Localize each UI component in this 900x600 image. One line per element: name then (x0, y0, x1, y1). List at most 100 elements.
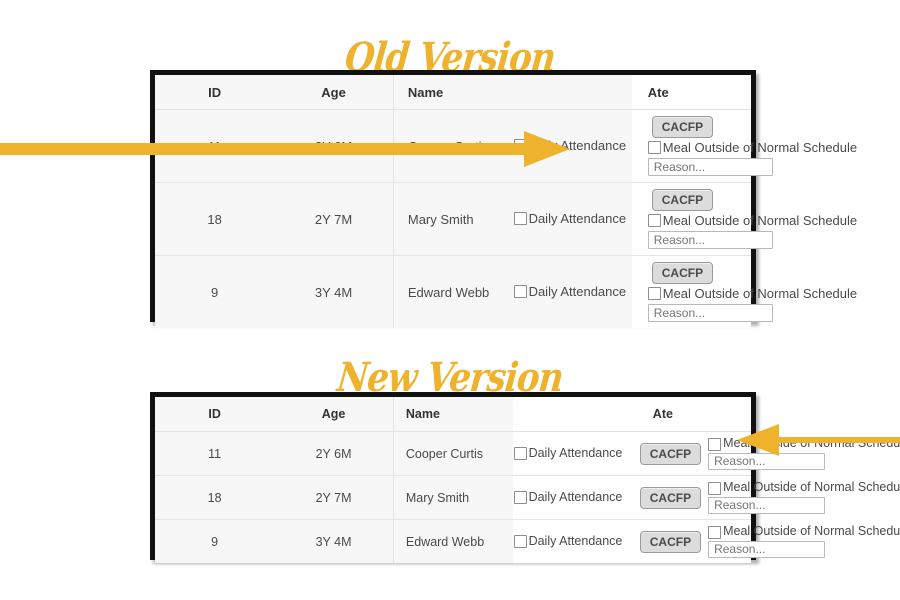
checkbox-icon[interactable] (513, 535, 527, 548)
cacfp-button[interactable]: CACFP (651, 115, 714, 138)
cacfp-button[interactable]: CACFP (651, 188, 714, 211)
column-header-ate: Ate (631, 397, 751, 432)
checkbox-icon[interactable] (513, 491, 527, 504)
ate-controls: CACFP Meal Outside of Normal Schedule (639, 436, 900, 470)
cell-attendance: Daily Attendance (512, 109, 632, 183)
table-body: 11 2Y 6M Cooper Curtis Daily Attendance … (155, 431, 900, 563)
daily-attendance-checkbox-row[interactable]: Daily Attendance (513, 138, 631, 153)
cell-ate: CACFP Meal Outside of Normal Schedule (631, 475, 900, 520)
cell-attendance: Daily Attendance (512, 519, 632, 563)
table-row: 18 2Y 7M Mary Smith Daily Attendance CAC… (155, 475, 900, 520)
column-header-ate: Ate (631, 75, 751, 110)
daily-attendance-checkbox-row[interactable]: Daily Attendance (513, 445, 631, 461)
cell-id: 18 (155, 182, 275, 256)
checkbox-icon[interactable] (513, 139, 527, 153)
cell-ate: CACFP Meal Outside of Normal Schedule (631, 182, 857, 256)
cacfp-button[interactable]: CACFP (651, 261, 714, 284)
checkbox-icon[interactable] (708, 525, 722, 539)
cell-id: 18 (155, 475, 275, 520)
column-header-name: Name (393, 75, 513, 110)
table-row: 9 3Y 4M Edward Webb Daily Attendance CAC… (155, 519, 900, 563)
ate-controls: CACFP Meal Outside of Normal Schedule (639, 524, 900, 558)
cell-age: 3Y 4M (274, 255, 394, 328)
meal-outside-checkbox-row[interactable]: Meal Outside of Normal Schedule (647, 139, 858, 155)
meal-outside-checkbox-row[interactable]: Meal Outside of Normal Schedule (708, 436, 900, 451)
reason-input[interactable] (647, 158, 773, 177)
cell-name: Edward Webb (393, 519, 513, 563)
column-header-age: Age (274, 397, 394, 432)
meal-outside-label: Meal Outside of Normal Schedule (662, 212, 858, 228)
daily-attendance-checkbox-row[interactable]: Daily Attendance (513, 533, 631, 549)
cell-age: 2Y 6M (274, 431, 394, 476)
new-version-table-frame: ID Age Name Ate 11 2Y 6M Cooper Curtis D… (150, 392, 900, 563)
table-head: ID Age Name Ate (155, 397, 751, 432)
cell-ate: CACFP Meal Outside of Normal Schedule (631, 431, 900, 476)
meal-outside-group: Meal Outside of Normal Schedule (708, 524, 900, 558)
table-row: 11 2Y 6M Cooper Curtis Daily Attendance … (155, 431, 900, 476)
table-row: 9 3Y 4M Edward Webb Daily Attendance CAC… (155, 255, 857, 328)
cacfp-button[interactable]: CACFP (639, 530, 702, 553)
table-header-row: ID Age Name Ate (155, 75, 751, 110)
table-head: ID Age Name Ate (155, 75, 751, 110)
daily-attendance-checkbox-row[interactable]: Daily Attendance (513, 489, 631, 505)
checkbox-icon[interactable] (513, 285, 527, 299)
cell-name: Mary Smith (393, 475, 513, 520)
checkbox-icon[interactable] (647, 214, 661, 228)
old-version-table: ID Age Name Ate 11 2Y 6M Cooper Curtis D… (155, 75, 857, 328)
daily-attendance-label: Daily Attendance (528, 533, 623, 548)
column-header-attendance (512, 397, 632, 432)
column-header-id: ID (155, 75, 275, 110)
cacfp-button[interactable]: CACFP (639, 486, 702, 509)
reason-input[interactable] (647, 231, 773, 250)
table-header-row: ID Age Name Ate (155, 397, 751, 432)
checkbox-icon[interactable] (513, 212, 527, 226)
ate-controls: CACFP Meal Outside of Normal Schedule (639, 480, 900, 514)
column-header-id: ID (155, 397, 275, 432)
column-header-attendance (512, 75, 632, 110)
meal-outside-checkbox-row[interactable]: Meal Outside of Normal Schedule (647, 212, 858, 228)
reason-input[interactable] (708, 452, 826, 470)
checkbox-icon[interactable] (708, 437, 722, 451)
meal-outside-checkbox-row[interactable]: Meal Outside of Normal Schedule (647, 285, 858, 301)
cacfp-button[interactable]: CACFP (639, 442, 702, 465)
cell-name: Mary Smith (393, 182, 513, 256)
cell-name: Cooper Curtis (393, 431, 513, 476)
checkbox-icon[interactable] (513, 447, 527, 460)
reason-input[interactable] (708, 540, 826, 558)
meal-outside-label: Meal Outside of Normal Schedule (662, 285, 858, 301)
daily-attendance-checkbox-row[interactable]: Daily Attendance (513, 211, 631, 226)
daily-attendance-label: Daily Attendance (528, 445, 623, 460)
cell-age: 2Y 6M (274, 109, 394, 183)
checkbox-icon[interactable] (708, 481, 722, 495)
meal-outside-group: Meal Outside of Normal Schedule (708, 480, 900, 514)
cell-name: Cooper Curtis (393, 109, 513, 183)
checkbox-icon[interactable] (647, 141, 661, 155)
meal-outside-checkbox-row[interactable]: Meal Outside of Normal Schedule (708, 480, 900, 495)
reason-input[interactable] (708, 496, 826, 514)
cell-name: Edward Webb (393, 255, 513, 328)
meal-outside-checkbox-row[interactable]: Meal Outside of Normal Schedule (708, 524, 900, 539)
cell-id: 11 (155, 431, 275, 476)
cell-attendance: Daily Attendance (512, 431, 632, 476)
meal-outside-group: Meal Outside of Normal Schedule (708, 436, 900, 470)
cell-age: 2Y 7M (274, 475, 394, 520)
cell-id: 9 (155, 519, 275, 563)
daily-attendance-label: Daily Attendance (528, 489, 623, 504)
reason-input[interactable] (647, 304, 773, 323)
cell-id: 11 (155, 109, 275, 183)
meal-outside-label: Meal Outside of Normal Schedule (662, 139, 858, 155)
meal-outside-label: Meal Outside of Normal Schedule (723, 524, 900, 539)
cell-age: 3Y 4M (274, 519, 394, 563)
table-row: 11 2Y 6M Cooper Curtis Daily Attendance … (155, 109, 857, 183)
cell-ate: CACFP Meal Outside of Normal Schedule (631, 519, 900, 563)
cell-ate: CACFP Meal Outside of Normal Schedule (631, 255, 857, 328)
checkbox-icon[interactable] (647, 287, 661, 301)
cell-ate: CACFP Meal Outside of Normal Schedule (631, 109, 857, 183)
ate-controls: CACFP Meal Outside of Normal Schedule (647, 261, 857, 323)
daily-attendance-label: Daily Attendance (528, 283, 627, 299)
daily-attendance-checkbox-row[interactable]: Daily Attendance (513, 283, 631, 299)
meal-outside-label: Meal Outside of Normal Schedule (723, 436, 900, 451)
cell-attendance: Daily Attendance (512, 182, 632, 256)
table-body: 11 2Y 6M Cooper Curtis Daily Attendance … (155, 109, 857, 328)
table-row: 18 2Y 7M Mary Smith Daily Attendance CAC… (155, 182, 857, 256)
